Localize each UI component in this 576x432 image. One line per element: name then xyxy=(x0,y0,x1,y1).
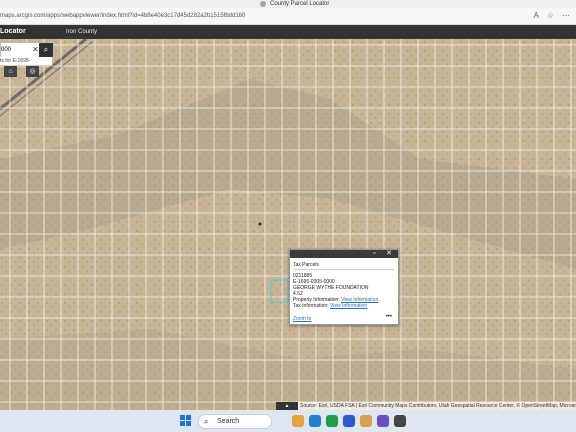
search-widget: 000 ✕ ⌕ xyxy=(0,42,54,58)
address-bar[interactable]: maps.arcgis.com/apps/webappviewer/index.… xyxy=(0,8,576,25)
file-explorer-icon[interactable] xyxy=(360,415,372,427)
windows-taskbar: ⌕ Search xyxy=(0,410,576,432)
address-url[interactable]: maps.arcgis.com/apps/webappviewer/index.… xyxy=(0,8,245,24)
read-aloud-icon[interactable]: A xyxy=(533,11,538,20)
teams-icon[interactable] xyxy=(377,415,389,427)
search-input[interactable]: 000 xyxy=(1,43,11,57)
app-icon[interactable] xyxy=(394,415,406,427)
excel-icon[interactable] xyxy=(326,415,338,427)
tax-info-link[interactable]: View Information xyxy=(330,303,367,309)
browser-menu-icon[interactable]: ⋯ xyxy=(562,11,570,20)
browser-toolbar-icons: A ☆ ⋯ xyxy=(533,11,570,20)
taskbar-search-icon: ⌕ xyxy=(204,417,209,426)
tax-info-label: Tax Information: xyxy=(293,303,329,309)
word-icon[interactable] xyxy=(343,415,355,427)
zoom-to-link[interactable]: Zoom to xyxy=(293,316,311,322)
browser-titlebar: County Parcel Locator xyxy=(0,0,576,8)
search-suggestion[interactable]: ts for E-1695- xyxy=(0,57,52,65)
more-actions-icon[interactable]: ••• xyxy=(386,314,392,320)
tax-info-row: Tax Information: View Information xyxy=(293,303,367,309)
popup-header: ▫ ✕ xyxy=(290,250,398,258)
edge-icon[interactable] xyxy=(309,415,321,427)
parcel-popup: ▫ ✕ Tax Parcels 0211885 E-1695-0005-0000… xyxy=(289,249,399,325)
popup-divider xyxy=(293,269,394,270)
popup-title: Tax Parcels xyxy=(293,262,319,268)
browser-tab-title: County Parcel Locator xyxy=(270,1,330,7)
parcel-map xyxy=(0,39,576,410)
attribution-toggle-icon[interactable]: ▲ xyxy=(276,402,298,410)
close-icon[interactable]: ✕ xyxy=(386,250,392,258)
parcel-owner: GEORGE WYTHE FOUNDATION xyxy=(293,285,369,291)
site-favicon-icon xyxy=(260,1,266,7)
app-header: Locator Iron County xyxy=(0,25,576,39)
taskbar-search[interactable]: ⌕ Search xyxy=(198,414,272,429)
map-point-feature xyxy=(258,222,262,226)
locate-icon[interactable]: ◎ xyxy=(26,66,39,77)
attribution-text: Source: Esri, USDA FSA | Esri Community … xyxy=(300,403,576,409)
maximize-icon[interactable]: ▫ xyxy=(373,250,375,258)
home-icon[interactable]: ⌂ xyxy=(4,66,17,77)
map-view[interactable] xyxy=(0,39,576,410)
app-subtitle: Iron County xyxy=(66,29,98,35)
taskbar-search-label: Search xyxy=(217,418,240,425)
clear-icon[interactable]: ✕ xyxy=(32,43,39,57)
app-title: Locator xyxy=(0,28,26,35)
map-attribution: ▲ Source: Esri, USDA FSA | Esri Communit… xyxy=(276,402,576,410)
chrome-icon[interactable] xyxy=(292,415,304,427)
search-icon[interactable]: ⌕ xyxy=(39,43,53,57)
windows-start-icon[interactable] xyxy=(180,415,192,427)
favorite-star-icon[interactable]: ☆ xyxy=(547,11,554,20)
